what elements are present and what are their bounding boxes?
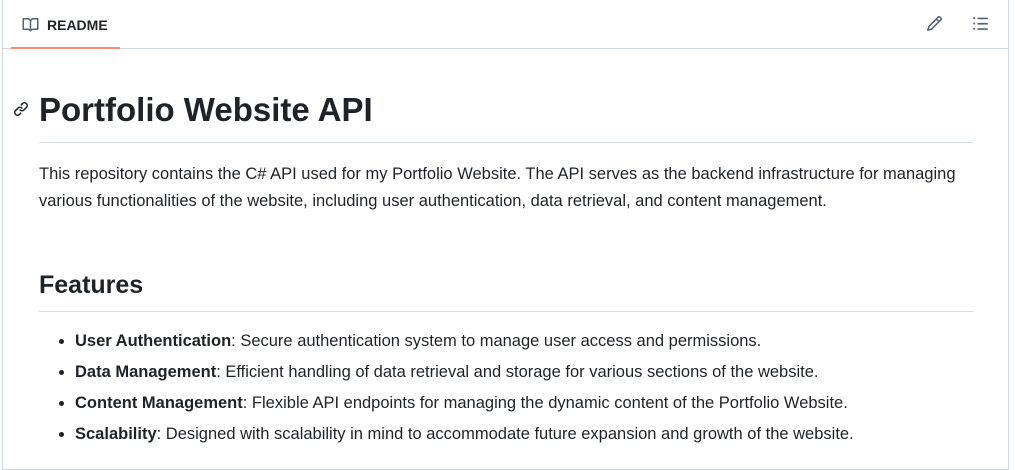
feature-description: : Efficient handling of data retrieval a… [216, 363, 819, 381]
list-item: Data Management: Efficient handling of d… [75, 360, 973, 384]
feature-name: Data Management [75, 363, 217, 381]
book-icon [22, 17, 39, 33]
tab-readme[interactable]: README [11, 0, 120, 49]
feature-name: Scalability [75, 425, 157, 443]
link-icon[interactable] [13, 101, 31, 119]
features-heading-row: Features [39, 267, 973, 312]
edit-readme-button[interactable] [924, 13, 944, 33]
features-heading: Features [39, 271, 144, 299]
list-item: Scalability: Designed with scalability i… [75, 422, 973, 446]
feature-name: User Authentication [75, 332, 232, 350]
page-title: Portfolio Website API [39, 91, 373, 128]
pencil-icon [926, 15, 943, 32]
features-list: User Authentication: Secure authenticati… [39, 329, 973, 453]
title-row: Portfolio Website API [13, 88, 973, 143]
readme-panel: README Portfolio Website API This reposi… [2, 0, 1009, 470]
active-tab-indicator [11, 47, 120, 49]
readme-content: Portfolio Website API This repository co… [13, 88, 973, 443]
table-of-contents-button[interactable] [970, 13, 990, 33]
feature-description: : Flexible API endpoints for managing th… [242, 394, 848, 412]
readme-header: README [3, 0, 1008, 49]
list-item: Content Management: Flexible API endpoin… [75, 391, 973, 415]
feature-name: Content Management [75, 394, 243, 412]
tab-readme-label: README [47, 16, 108, 33]
feature-description: : Secure authentication system to manage… [231, 332, 762, 350]
list-icon [972, 15, 989, 32]
feature-description: : Designed with scalability in mind to a… [156, 425, 854, 443]
list-item: User Authentication: Secure authenticati… [75, 329, 973, 353]
intro-paragraph: This repository contains the C# API used… [39, 165, 956, 210]
